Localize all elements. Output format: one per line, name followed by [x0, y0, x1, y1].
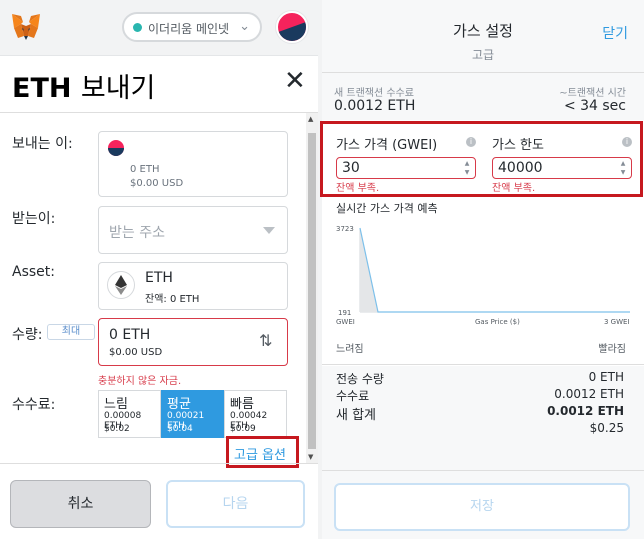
scrollbar-thumb[interactable] [308, 133, 316, 449]
x-axis-label: Gas Price ($) [475, 318, 520, 326]
title-eth: ETH [12, 73, 72, 104]
save-button[interactable]: 저장 [334, 483, 630, 531]
next-button[interactable]: 다음 [166, 480, 305, 528]
asset-balance: 잔액: 0 ETH [145, 294, 200, 305]
app-header: 이더리움 메인넷 ⌄ [0, 0, 318, 56]
amount-value: 0 ETH [109, 327, 151, 343]
gas-price-chart[interactable]: 3723 191GWEI Gas Price ($) 3 GWEI [332, 216, 632, 334]
series-line [359, 227, 630, 313]
network-label: 이더리움 메인넷 [148, 22, 230, 36]
page-title: ETH 보내기 [12, 66, 155, 105]
asset-label: Asset: [12, 264, 55, 280]
total-label: 새 합계 [336, 408, 377, 423]
x-tick-label: GWEI [336, 318, 355, 326]
highlight-box [320, 121, 643, 197]
to-label: 받는이: [12, 211, 56, 227]
amount-usd: $0.00 USD [109, 347, 163, 358]
fee-name: 느림 [104, 397, 128, 412]
new-fee-label: 새 트랜잭션 수수료 [334, 88, 414, 99]
from-balance-eth: 0 ETH [130, 164, 160, 175]
max-button[interactable]: 최대 [47, 324, 95, 340]
divider [322, 470, 644, 471]
y-tick-label: 191 [338, 309, 351, 317]
divider [322, 364, 644, 365]
dropdown-triangle-icon [263, 227, 275, 234]
eth-logo-icon [107, 271, 135, 299]
cancel-button[interactable]: 취소 [10, 480, 151, 528]
send-amount-value: 0 ETH [588, 370, 624, 384]
divider [0, 463, 318, 464]
send-panel: 이더리움 메인넷 ⌄ ETH 보내기 ✕ 보내는 이: 0 ETH $0.00 … [0, 0, 318, 539]
gas-settings-subtitle: 고급 [471, 48, 495, 62]
fee-usd: $0.04 [167, 424, 193, 434]
faster-label: 빨라짐 [598, 344, 626, 355]
fee-usd: $0.02 [104, 424, 130, 434]
scroll-down-icon[interactable]: ▼ [308, 453, 313, 461]
tx-time-label: ~트랜잭션 시간 [559, 88, 626, 99]
total-value: 0.0012 ETH [547, 404, 624, 418]
gas-settings-title: 가스 설정 [453, 22, 513, 40]
fee-option-slow[interactable]: 느림 0.00008 ETH $0.02 [98, 390, 161, 438]
fee-option-fast[interactable]: 빠름 0.00042 ETH $0.09 [224, 390, 287, 438]
from-balance-usd: $0.00 USD [130, 178, 184, 189]
from-account-box[interactable]: 0 ETH $0.00 USD [98, 131, 288, 197]
tx-time-value: < 34 sec [563, 98, 626, 114]
recipient-placeholder: 받는 주소 [109, 225, 165, 241]
x-tick-label: 3 GWEI [604, 318, 630, 326]
fee-label: 수수료: [12, 397, 56, 413]
sender-avatar [108, 140, 124, 156]
divider [0, 112, 318, 113]
account-avatar[interactable] [276, 11, 308, 43]
amount-input[interactable]: 0 ETH $0.00 USD ⇅ [98, 318, 288, 366]
fee-label: 수수료 [336, 389, 370, 403]
scroll-up-icon[interactable]: ▲ [308, 115, 313, 123]
recipient-input[interactable]: 받는 주소 [98, 206, 288, 254]
network-selector[interactable]: 이더리움 메인넷 ⌄ [122, 12, 262, 42]
network-status-dot [133, 23, 142, 32]
new-fee-value: 0.0012 ETH [334, 98, 416, 114]
scrollbar[interactable]: ▲ ▼ [306, 113, 318, 463]
fee-name: 평균 [167, 397, 191, 412]
total-usd: $0.25 [589, 421, 624, 435]
fee-name: 빠름 [230, 397, 254, 412]
amount-label: 수량: [12, 327, 43, 343]
from-label: 보내는 이: [12, 136, 73, 152]
y-tick-label: 3723 [336, 225, 354, 233]
fee-usd: $0.09 [230, 424, 256, 434]
close-link[interactable]: 닫기 [602, 23, 628, 43]
send-amount-label: 전송 수량 [336, 372, 384, 386]
gas-settings-panel: 가스 설정 고급 닫기 새 트랜잭션 수수료 0.0012 ETH ~트랜잭션 … [320, 0, 644, 539]
chevron-down-icon: ⌄ [239, 19, 250, 34]
title-send: 보내기 [80, 73, 156, 104]
chart-title: 실시간 가스 가격 예측 [336, 202, 438, 215]
asset-selector[interactable]: ETH 잔액: 0 ETH [98, 262, 288, 310]
amount-error: 충분하지 않은 자금. [98, 376, 182, 387]
slower-label: 느려짐 [336, 344, 364, 355]
fee-value: 0.0012 ETH [554, 387, 624, 401]
swap-icon[interactable]: ⇅ [259, 331, 272, 350]
fee-option-average[interactable]: 평균 0.00021 ETH $0.04 [161, 390, 224, 438]
close-icon[interactable]: ✕ [284, 66, 306, 96]
metamask-fox-icon[interactable] [10, 12, 42, 46]
divider [322, 72, 644, 73]
asset-name: ETH [145, 270, 173, 286]
